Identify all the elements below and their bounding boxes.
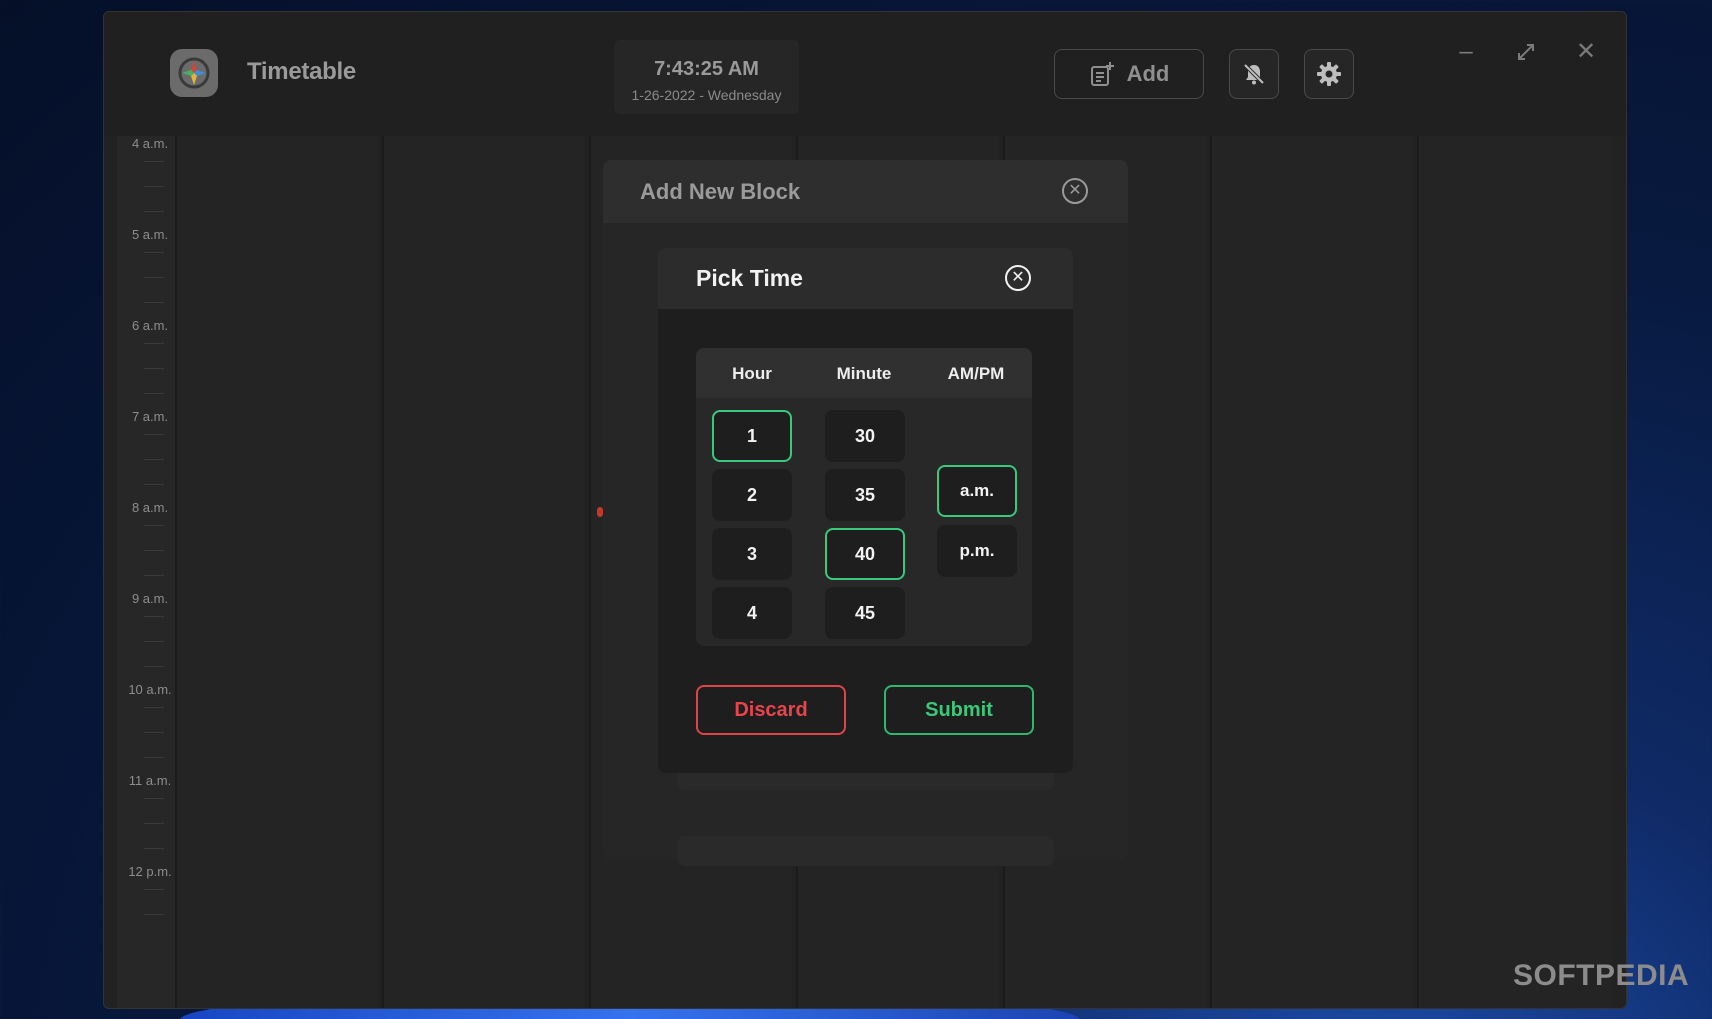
close-icon[interactable]: ✕ — [1062, 178, 1088, 204]
submit-button[interactable]: Submit — [884, 685, 1034, 735]
tick — [144, 732, 164, 733]
tick — [144, 211, 164, 212]
clock-time: 7:43:25 AM — [654, 58, 759, 80]
tick — [144, 484, 164, 485]
close-window-icon[interactable]: ✕ — [1571, 37, 1601, 67]
app-title: Timetable — [247, 58, 356, 85]
add-button[interactable]: Add — [1054, 49, 1204, 99]
clock-date: 1-26-2022 - Wednesday — [631, 87, 782, 103]
tick — [144, 459, 164, 460]
minute-option[interactable]: 30 — [825, 410, 905, 462]
pick-time-dialog: Pick Time ✕ Hour Minute AM/PM 1 2 3 4 30… — [658, 248, 1073, 773]
pick-time-title: Pick Time — [696, 265, 803, 291]
time-column: 4 a.m. 5 a.m. 6 a.m. 7 a.m. 8 a.m. 9 a.m… — [117, 136, 175, 1008]
tick — [144, 823, 164, 824]
tick — [144, 889, 164, 890]
time-label: 7 a.m. — [131, 409, 169, 424]
day-column[interactable] — [175, 136, 378, 1008]
tick — [144, 186, 164, 187]
add-note-icon — [1090, 62, 1114, 86]
minute-option[interactable]: 40 — [825, 528, 905, 580]
add-block-header: Add New Block ✕ — [603, 160, 1128, 223]
notifications-button[interactable] — [1229, 49, 1279, 99]
minimize-icon[interactable]: – — [1451, 37, 1481, 67]
tick — [144, 550, 164, 551]
day-column[interactable] — [382, 136, 585, 1008]
tick — [144, 666, 164, 667]
tick — [144, 707, 164, 708]
title-bar: Timetable 7:43:25 AM 1-26-2022 - Wednesd… — [104, 12, 1626, 136]
tick — [144, 798, 164, 799]
tick — [144, 914, 164, 915]
time-label: 10 a.m. — [128, 682, 172, 697]
form-panel — [677, 770, 1054, 790]
time-label: 4 a.m. — [131, 136, 169, 151]
time-label: 11 a.m. — [128, 773, 172, 788]
time-label: 12 p.m. — [128, 864, 172, 879]
tick — [144, 757, 164, 758]
hour-option[interactable]: 2 — [712, 469, 792, 521]
minute-option[interactable]: 35 — [825, 469, 905, 521]
hour-option[interactable]: 3 — [712, 528, 792, 580]
tick — [144, 616, 164, 617]
tick — [144, 343, 164, 344]
time-label: 8 a.m. — [131, 500, 169, 515]
tick — [144, 848, 164, 849]
tick — [144, 368, 164, 369]
time-label: 6 a.m. — [131, 318, 169, 333]
tick — [144, 252, 164, 253]
settings-button[interactable] — [1304, 49, 1354, 99]
pm-option[interactable]: p.m. — [937, 525, 1017, 577]
clock: 7:43:25 AM 1-26-2022 - Wednesday — [614, 40, 799, 114]
bell-off-icon — [1243, 63, 1265, 85]
picker-header: Hour Minute AM/PM — [696, 348, 1032, 398]
tick — [144, 393, 164, 394]
time-label: 5 a.m. — [131, 227, 169, 242]
tick — [144, 641, 164, 642]
close-icon[interactable]: ✕ — [1005, 265, 1031, 291]
day-column[interactable] — [1417, 136, 1612, 1008]
maximize-icon[interactable] — [1511, 37, 1541, 67]
day-column[interactable] — [1210, 136, 1413, 1008]
discard-button[interactable]: Discard — [696, 685, 846, 735]
minute-option[interactable]: 45 — [825, 587, 905, 639]
tick — [144, 161, 164, 162]
watermark: SOFTPEDIA — [1513, 959, 1690, 992]
time-picker: Hour Minute AM/PM 1 2 3 4 30 35 40 45 a.… — [696, 348, 1032, 646]
add-block-title: Add New Block — [640, 179, 801, 204]
pick-time-header: Pick Time ✕ — [658, 248, 1073, 309]
minute-header: Minute — [836, 364, 892, 383]
add-button-label: Add — [1126, 61, 1170, 86]
gear-icon — [1317, 62, 1341, 86]
hour-header: Hour — [732, 364, 772, 383]
tick — [144, 575, 164, 576]
tick — [144, 302, 164, 303]
am-option[interactable]: a.m. — [937, 465, 1017, 517]
hour-option[interactable]: 1 — [712, 410, 792, 462]
tick — [144, 277, 164, 278]
hour-option[interactable]: 4 — [712, 587, 792, 639]
time-label: 9 a.m. — [131, 591, 169, 606]
tick — [144, 434, 164, 435]
app-logo-icon — [170, 49, 218, 97]
form-panel — [677, 836, 1054, 866]
tick — [144, 525, 164, 526]
ampm-header: AM/PM — [947, 364, 1005, 383]
